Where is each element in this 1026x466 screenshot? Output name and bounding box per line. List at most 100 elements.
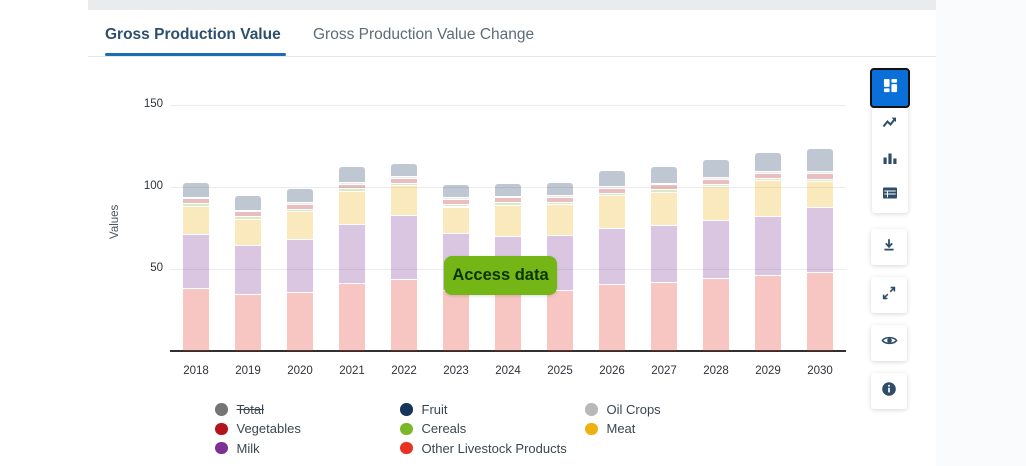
bar-segment[interactable] xyxy=(807,149,833,173)
bar-segment[interactable] xyxy=(495,293,521,351)
bar-segment[interactable] xyxy=(443,207,469,234)
tab-gross-production-value-change[interactable]: Gross Production Value Change xyxy=(313,26,534,44)
bar-segment[interactable] xyxy=(651,185,677,191)
bar-segment[interactable] xyxy=(391,177,417,179)
bar-segment[interactable] xyxy=(339,167,365,183)
bar-segment[interactable] xyxy=(807,273,833,351)
bar-segment[interactable] xyxy=(807,179,833,183)
bar-segment[interactable] xyxy=(651,166,677,184)
stacked-bar-2026[interactable] xyxy=(599,170,625,351)
bar-segment[interactable] xyxy=(495,203,521,206)
stacked-bar-2019[interactable] xyxy=(235,196,261,351)
bar-segment[interactable] xyxy=(235,217,261,220)
stacked-bar-2022[interactable] xyxy=(391,164,417,351)
bar-segment[interactable] xyxy=(599,196,625,229)
bar-segment[interactable] xyxy=(495,196,521,199)
bar-segment[interactable] xyxy=(703,221,729,279)
legend-item-milk[interactable]: Milk xyxy=(215,441,260,456)
bar-chart-view-button[interactable] xyxy=(872,143,908,178)
bar-segment[interactable] xyxy=(703,177,729,180)
bar-segment[interactable] xyxy=(235,219,261,247)
legend-item-vegetables[interactable]: Vegetables xyxy=(215,421,301,436)
line-chart-view-button[interactable] xyxy=(872,108,908,143)
bar-segment[interactable] xyxy=(547,196,573,198)
bar-segment[interactable] xyxy=(807,173,833,180)
bar-segment[interactable] xyxy=(651,192,677,226)
bar-segment[interactable] xyxy=(183,206,209,235)
bar-segment[interactable] xyxy=(287,240,313,293)
bar-segment[interactable] xyxy=(755,181,781,218)
dashboard-view-button[interactable] xyxy=(870,68,910,108)
bar-segment[interactable] xyxy=(339,224,365,284)
stacked-bar-2018[interactable] xyxy=(183,182,209,351)
stacked-bar-2020[interactable] xyxy=(287,188,313,351)
bar-segment[interactable] xyxy=(547,205,573,237)
info-button[interactable] xyxy=(871,373,907,409)
bar-segment[interactable] xyxy=(443,198,469,201)
bar-segment[interactable] xyxy=(183,234,209,289)
bar-segment[interactable] xyxy=(703,159,729,178)
legend-item-oil-crops[interactable]: Oil Crops xyxy=(585,402,661,417)
bar-segment[interactable] xyxy=(235,212,261,218)
bar-segment[interactable] xyxy=(703,179,729,185)
bar-segment[interactable] xyxy=(391,186,417,216)
bar-segment[interactable] xyxy=(287,203,313,206)
bar-segment[interactable] xyxy=(339,283,365,351)
bar-segment[interactable] xyxy=(547,197,573,203)
bar-segment[interactable] xyxy=(547,202,573,206)
download-button[interactable] xyxy=(871,229,907,265)
bar-segment[interactable] xyxy=(755,153,781,173)
bar-segment[interactable] xyxy=(495,205,521,238)
bar-segment[interactable] xyxy=(391,215,417,280)
bar-segment[interactable] xyxy=(183,199,209,205)
bar-segment[interactable] xyxy=(755,173,781,179)
bar-segment[interactable] xyxy=(495,183,521,197)
bar-segment[interactable] xyxy=(391,178,417,184)
table-view-button[interactable] xyxy=(872,178,908,213)
bar-segment[interactable] xyxy=(495,198,521,204)
bar-segment[interactable] xyxy=(547,291,573,351)
bar-segment[interactable] xyxy=(807,182,833,209)
bar-segment[interactable] xyxy=(807,172,833,174)
bar-segment[interactable] xyxy=(287,209,313,213)
bar-segment[interactable] xyxy=(339,191,365,225)
legend-item-other-livestock-products[interactable]: Other Livestock Products xyxy=(400,441,567,456)
bar-segment[interactable] xyxy=(287,205,313,210)
bar-segment[interactable] xyxy=(287,212,313,241)
stacked-bar-2028[interactable] xyxy=(703,159,729,351)
expand-button[interactable] xyxy=(871,277,907,313)
bar-segment[interactable] xyxy=(339,184,365,190)
bar-segment[interactable] xyxy=(651,282,677,351)
bar-segment[interactable] xyxy=(703,184,729,187)
bar-segment[interactable] xyxy=(235,295,261,351)
bar-segment[interactable] xyxy=(547,182,573,197)
bar-segment[interactable] xyxy=(339,182,365,185)
bar-segment[interactable] xyxy=(391,164,417,178)
bar-segment[interactable] xyxy=(443,291,469,351)
legend-item-meat[interactable]: Meat xyxy=(585,421,635,436)
stacked-bar-2021[interactable] xyxy=(339,167,365,351)
visibility-button[interactable] xyxy=(871,325,907,361)
bar-segment[interactable] xyxy=(183,182,209,198)
bar-segment[interactable] xyxy=(443,185,469,199)
stacked-bar-2027[interactable] xyxy=(651,166,677,351)
bar-segment[interactable] xyxy=(599,228,625,286)
bar-segment[interactable] xyxy=(235,196,261,211)
bar-segment[interactable] xyxy=(183,197,209,200)
bar-segment[interactable] xyxy=(287,292,313,351)
bar-segment[interactable] xyxy=(651,183,677,186)
bar-segment[interactable] xyxy=(599,193,625,197)
tab-gross-production-value[interactable]: Gross Production Value xyxy=(105,26,281,44)
bar-segment[interactable] xyxy=(755,172,781,174)
bar-segment[interactable] xyxy=(599,170,625,187)
bar-segment[interactable] xyxy=(755,217,781,277)
bar-segment[interactable] xyxy=(755,178,781,182)
bar-segment[interactable] xyxy=(599,188,625,194)
bar-segment[interactable] xyxy=(755,276,781,351)
access-data-button[interactable]: Access data xyxy=(444,256,557,295)
bar-segment[interactable] xyxy=(287,188,313,204)
bar-segment[interactable] xyxy=(235,210,261,213)
bar-segment[interactable] xyxy=(651,190,677,193)
legend-item-fruit[interactable]: Fruit xyxy=(400,402,448,417)
legend-item-cereals[interactable]: Cereals xyxy=(400,421,466,436)
